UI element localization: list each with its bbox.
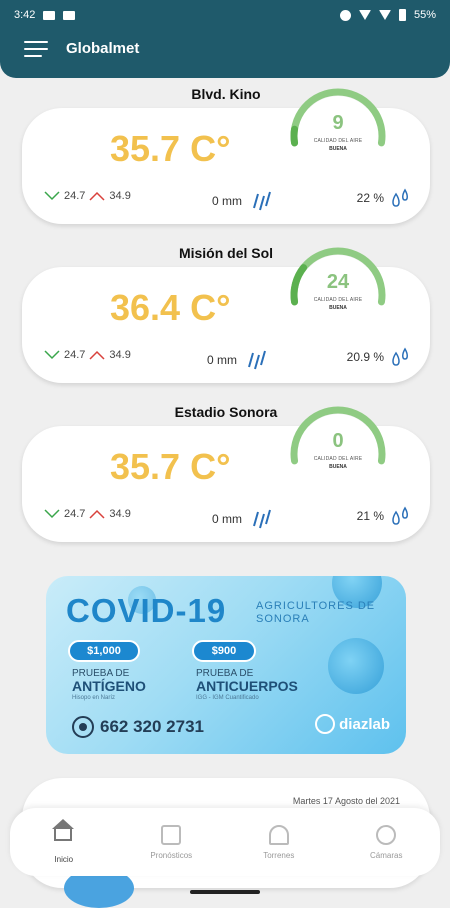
nav-label: Inicio [54, 854, 74, 864]
virus-illustration [328, 638, 384, 694]
rain-icon [253, 509, 271, 529]
temp-max: 34.9 [109, 349, 131, 361]
tower-icon [268, 824, 289, 845]
aqi-label: CALIDAD DEL AIRE [313, 138, 363, 144]
brand-logo: diazlab [315, 714, 390, 734]
test-name: ANTICUERPOS [196, 678, 298, 694]
brand-name: diazlab [339, 715, 390, 733]
nav-item-inicio[interactable]: Inicio [19, 818, 109, 864]
wifi-icon [358, 10, 371, 20]
battery-icon [398, 9, 406, 21]
min-max: 24.7 34.9 [44, 508, 131, 520]
menu-icon[interactable] [24, 40, 48, 57]
arrow-up-icon [89, 191, 105, 201]
aqi-value: 9 [332, 112, 344, 134]
temperature: 35.7 C° [110, 446, 231, 487]
rain: 0 mm [212, 190, 272, 212]
banner-subtitle: AGRICULTORES DE SONORA [256, 600, 376, 625]
test-note: IGG - IGM Cuantificado [196, 695, 259, 701]
aqi-quality: BUENA [329, 146, 347, 152]
humidity: 20.9 % [347, 347, 412, 367]
temperature: 35.7 C° [110, 128, 231, 169]
home-icon [51, 818, 74, 849]
aqi-label: CALIDAD DEL AIRE [313, 456, 363, 462]
price-badge: $900 [192, 640, 256, 662]
aqi-value: 24 [326, 271, 350, 293]
aqi-quality: BUENA [329, 305, 347, 311]
nav-label: Pronósticos [150, 850, 193, 860]
rain: 0 mm [212, 508, 272, 530]
status-bar: 3:42 55% [14, 6, 436, 24]
rain-value: 0 mm [207, 353, 237, 367]
home-indicator[interactable] [190, 890, 260, 894]
image-notification-icon [43, 10, 56, 20]
min-max: 24.7 34.9 [44, 349, 131, 361]
humidity: 22 % [357, 188, 412, 208]
rain-icon [253, 191, 271, 211]
nav-item-pronosticos[interactable]: Pronósticos [126, 824, 216, 860]
temp-min: 24.7 [64, 349, 86, 361]
nav-item-camaras[interactable]: Cámaras [341, 824, 431, 860]
humidity-value: 21 % [356, 509, 384, 523]
price-badge: $1,000 [68, 640, 140, 662]
arrow-down-icon [44, 191, 60, 201]
rain: 0 mm [207, 349, 267, 371]
droplets-icon [392, 188, 408, 207]
arrow-down-icon [44, 509, 60, 519]
temperature: 36.4 C° [110, 287, 231, 328]
aqi-label: CALIDAD DEL AIRE [313, 297, 363, 303]
humidity: 21 % [357, 506, 412, 526]
arrow-up-icon [89, 350, 105, 360]
camera-icon [376, 824, 397, 845]
test-name: ANTÍGENO [72, 678, 146, 694]
aqi-value: 0 [332, 430, 344, 452]
air-quality-gauge: 0 CALIDAD DEL AIRE BUENA [288, 404, 388, 484]
screen-notification-icon [63, 10, 76, 20]
app-title: Globalmet [66, 40, 140, 57]
covid-ad-banner[interactable]: COVID-19 AGRICULTORES DE SONORA $1,000 P… [46, 576, 406, 754]
bottom-navigation: Inicio Pronósticos Torrenes Cámaras [10, 808, 440, 876]
nav-item-torrenes[interactable]: Torrenes [234, 824, 324, 860]
app-bar: 3:42 55% Globalmet [0, 0, 450, 78]
air-quality-gauge: 9 CALIDAD DEL AIRE BUENA [288, 86, 388, 166]
temp-min: 24.7 [64, 508, 86, 520]
humidity-value: 22 % [356, 191, 384, 205]
battery-percent: 55% [413, 9, 436, 21]
phone-number: 662 320 2731 [100, 717, 204, 736]
eye-icon [339, 9, 351, 21]
temp-max: 34.9 [109, 190, 131, 202]
rain-icon [248, 350, 266, 370]
humidity-value: 20.9 % [346, 350, 384, 364]
min-max: 24.7 34.9 [44, 190, 131, 202]
air-quality-gauge: 24 CALIDAD DEL AIRE BUENA [288, 245, 388, 325]
temp-min: 24.7 [64, 190, 86, 202]
nav-label: Torrenes [263, 850, 295, 860]
test-note: Hisopo en Naríz [72, 695, 116, 701]
temp-max: 34.9 [109, 508, 131, 520]
rain-value: 0 mm [212, 194, 242, 208]
droplets-icon [392, 506, 408, 525]
aqi-quality: BUENA [329, 464, 347, 470]
nav-label: Cámaras [370, 850, 403, 860]
banner-title: COVID-19 [66, 592, 227, 629]
rain-value: 0 mm [212, 512, 242, 526]
status-time: 3:42 [14, 9, 36, 21]
arrow-down-icon [44, 350, 60, 360]
droplets-icon [392, 347, 408, 366]
diazlab-logo-icon [315, 714, 336, 734]
chart-icon [161, 824, 182, 845]
forecast-date: Martes 17 Agosto del 2021 [292, 796, 400, 806]
signal-icon [378, 10, 391, 20]
arrow-up-icon [89, 509, 105, 519]
phone-contact: 662 320 2731 [72, 716, 204, 738]
whatsapp-icon [72, 716, 94, 738]
